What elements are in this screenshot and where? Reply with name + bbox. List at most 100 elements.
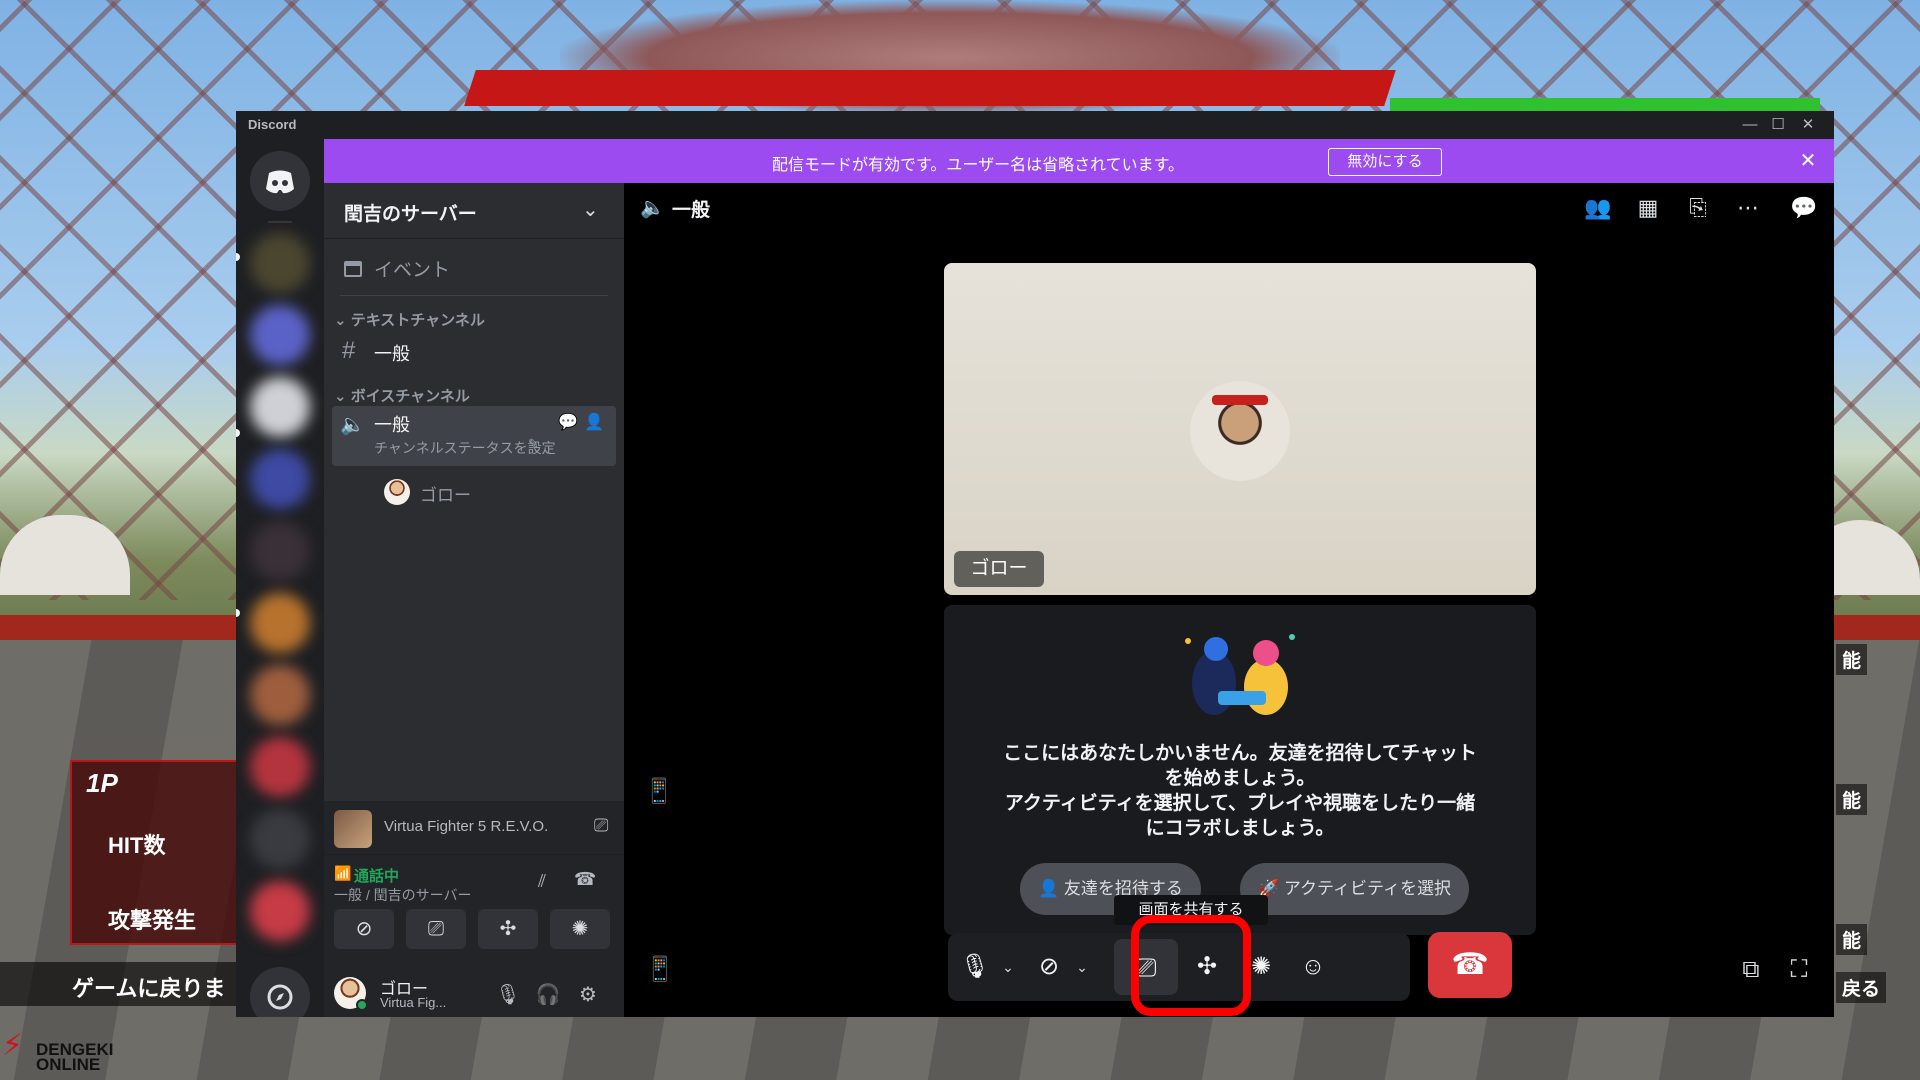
minimize-icon[interactable]: —	[1738, 114, 1762, 136]
back-to-game-label: ゲームに戻りま	[0, 962, 250, 1006]
noise-suppression-icon[interactable]: ⫽	[538, 871, 546, 892]
server-header[interactable]: 閏吉のサーバー ⌄	[324, 183, 624, 239]
user-activity: Virtua Fig...	[380, 995, 447, 1010]
server-icon[interactable]	[250, 233, 310, 293]
popout-device-icon[interactable]: 📱	[642, 775, 676, 809]
disable-streamer-mode-button[interactable]: 無効にする	[1328, 148, 1442, 176]
maximize-icon[interactable]: ☐	[1766, 114, 1790, 136]
text-channel-general[interactable]: # 一般	[332, 331, 616, 371]
choose-activity-button[interactable]: 🚀 アクティビティを選択	[1240, 863, 1470, 915]
unread-pip	[236, 609, 240, 617]
add-friend-icon[interactable]: 👥	[1582, 193, 1614, 223]
camera-off-icon[interactable]: ⊘	[1028, 946, 1070, 988]
discord-window: Discord — ☐ ✕ 配信モードが有効です。ユーザー名は省略されています。…	[236, 111, 1834, 1017]
hud-hits-label: HIT数	[108, 833, 166, 858]
voice-member[interactable]: ゴロー	[332, 473, 616, 509]
streamer-mode-banner: 配信モードが有効です。ユーザー名は省略されています。 無効にする ✕	[324, 139, 1834, 183]
window-close-icon[interactable]: ✕	[1796, 114, 1820, 136]
microphone-icon[interactable]: 🎙	[954, 946, 996, 988]
server-icon[interactable]	[250, 737, 310, 797]
screen-share-icon: ⎚	[428, 918, 444, 940]
hud-right-label-3: 能	[1836, 924, 1868, 955]
server-icon[interactable]	[250, 449, 310, 509]
headphones-icon[interactable]: 🎧	[532, 979, 564, 1011]
hash-icon: #	[342, 337, 356, 364]
signal-icon[interactable]: 📶	[334, 865, 351, 882]
activity-game-name: Virtua Fighter 5 R.E.V.O.	[384, 818, 549, 835]
voice-channel-general[interactable]: 🔈 一般 チャンネルステータスを設定 ✎ 💬 👤	[332, 406, 616, 466]
lightning-icon: ⚡	[2, 1029, 24, 1062]
invite-message: ここにはあなたしかいません。友達を招待してチャット を始めましょう。 アクティビ…	[1003, 743, 1477, 839]
banner-text: 配信モードが有効です。ユーザー名は省略されています。	[772, 157, 1185, 174]
add-member-icon[interactable]: 👤	[584, 412, 604, 432]
participant-name-tag: ゴロー	[954, 551, 1044, 587]
home-button[interactable]	[250, 151, 310, 211]
events-label: イベント	[374, 260, 451, 281]
soundboard-small-button[interactable]: ✺	[550, 909, 610, 949]
inbox-icon[interactable]: ⎘	[1682, 193, 1714, 223]
channel-sidebar: 閏吉のサーバー ⌄ イベント ⌄ テキストチャンネル # 一般 ⌄ ボイスチャン…	[324, 183, 624, 1017]
banner-close-icon[interactable]: ✕	[1796, 149, 1820, 173]
hud-attack-label: 攻撃発生	[108, 908, 197, 933]
user-bar: ゴロー Virtua Fig... 🎙 🎧 ⚙	[324, 969, 624, 1017]
online-status-icon	[356, 999, 368, 1011]
events-item[interactable]: イベント	[332, 247, 616, 287]
text-channel-label: 一般	[374, 344, 410, 364]
voice-channel-label: 一般	[374, 415, 410, 435]
speaker-icon: 🔈	[340, 414, 365, 436]
hud-right-label-4: 戻る	[1836, 972, 1887, 1003]
more-options-icon[interactable]: ⋯	[1732, 193, 1764, 223]
rail-divider	[268, 221, 292, 223]
popout-icon[interactable]: ⧉	[1734, 953, 1768, 987]
main-header: 🔈 一般 👥 ▦ ⎘ ⋯ 💬	[624, 183, 1834, 231]
text-channel-category[interactable]: ⌄ テキストチャンネル	[334, 309, 485, 330]
server-name: 閏吉のサーバー	[344, 204, 477, 225]
activities-small-button[interactable]: ✣	[478, 909, 538, 949]
chat-bubble-icon[interactable]: 💬	[558, 412, 578, 432]
activity-panel: Virtua Fighter 5 R.E.V.O. ⎚	[324, 801, 624, 855]
video-tile[interactable]: ゴロー	[944, 263, 1536, 595]
speaker-icon: 🔈	[640, 197, 665, 219]
fullscreen-icon[interactable]: ⛶	[1782, 953, 1816, 987]
camera-off-icon: ⊘	[355, 918, 373, 940]
friends-illustration-icon	[1185, 634, 1295, 715]
microphone-icon[interactable]: 🎙	[492, 979, 524, 1011]
camera-off-button[interactable]: ⊘	[334, 909, 394, 949]
health-bar-green	[1390, 98, 1820, 112]
server-rail	[236, 139, 324, 1017]
disconnect-icon[interactable]: ☎	[574, 869, 596, 890]
mic-options-chevron-icon[interactable]: ⌄	[998, 951, 1018, 983]
unread-pip	[236, 429, 240, 437]
server-icon[interactable]	[250, 521, 310, 581]
chat-toggle-icon[interactable]: 💬	[1788, 193, 1820, 223]
game-icon	[334, 810, 372, 848]
server-icon[interactable]	[250, 881, 310, 941]
leave-call-button[interactable]: ☎	[1428, 932, 1512, 998]
voice-channel-category[interactable]: ⌄ ボイスチャンネル	[334, 385, 470, 406]
server-icon[interactable]	[250, 377, 310, 437]
connection-detail[interactable]: 一般 / 閏吉のサーバー	[334, 885, 472, 905]
pencil-icon[interactable]: ✎	[528, 436, 539, 452]
stream-game-icon[interactable]: ⎚	[594, 815, 608, 836]
server-icon[interactable]	[250, 809, 310, 869]
channel-title: 一般	[672, 200, 711, 221]
connection-status[interactable]: 通話中	[354, 865, 399, 886]
server-icon[interactable]	[250, 593, 310, 653]
server-icon[interactable]	[250, 665, 310, 725]
layout-grid-icon[interactable]: ▦	[1632, 193, 1664, 223]
emoji-icon[interactable]: ☺	[1292, 946, 1334, 988]
gear-icon[interactable]: ⚙	[572, 979, 604, 1011]
discord-logo-icon	[266, 170, 294, 194]
title-bar: Discord — ☐ ✕	[236, 111, 1834, 139]
popout-icon-left[interactable]: 📱	[643, 953, 677, 987]
server-icon[interactable]	[250, 305, 310, 365]
hud-right-label-2: 能	[1836, 784, 1868, 815]
hud-player-label: 1P	[86, 768, 118, 798]
explore-button[interactable]	[250, 967, 310, 1017]
divider	[340, 295, 608, 296]
highlight-box	[1131, 915, 1251, 1016]
voice-connection-panel: 📶 通話中 一般 / 閏吉のサーバー ⫽ ☎ ⊘ ⎚ ✣ ✺	[324, 855, 624, 975]
unread-pip	[236, 253, 240, 261]
camera-options-chevron-icon[interactable]: ⌄	[1072, 951, 1092, 983]
share-screen-small-button[interactable]: ⎚	[406, 909, 466, 949]
